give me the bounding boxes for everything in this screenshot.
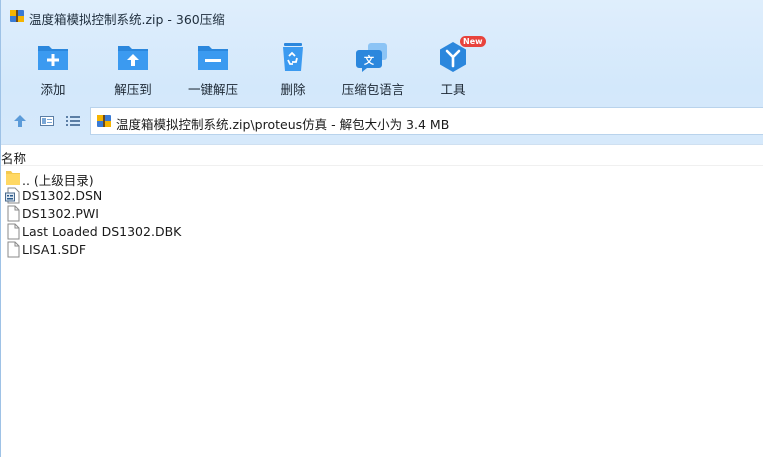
archive-icon: [10, 10, 24, 22]
one-click-extract-label: 一键解压: [187, 82, 238, 97]
column-header-name[interactable]: 名称: [1, 148, 26, 166]
one-click-extract-icon: [198, 46, 228, 70]
window-header: 温度箱模拟控制系统.zip - 360压缩 添加 解压到 一键解压 删除 文 压…: [1, 0, 763, 145]
file-name: DS1302.DSN: [22, 188, 103, 203]
file-icon: [7, 223, 20, 240]
extract-to-label: 解压到: [114, 82, 152, 97]
dsn-file-icon: [5, 187, 20, 204]
delete-label: 删除: [280, 82, 306, 97]
file-icon: [7, 241, 20, 258]
list-item[interactable]: DS1302.PWI: [3, 205, 403, 223]
up-arrow-icon[interactable]: [12, 113, 28, 129]
file-name: DS1302.PWI: [22, 206, 99, 221]
title-bar: 温度箱模拟控制系统.zip - 360压缩: [1, 0, 763, 32]
new-badge: New: [460, 36, 486, 47]
delete-button[interactable]: 删除: [253, 38, 333, 100]
archive-icon: [97, 115, 111, 127]
svg-text:文: 文: [364, 54, 375, 67]
add-button[interactable]: 添加: [13, 38, 93, 100]
list-icon[interactable]: [65, 113, 81, 129]
path-field[interactable]: 温度箱模拟控制系统.zip\proteus仿真 - 解包大小为 3.4 MB: [90, 107, 763, 135]
file-icon: [7, 205, 20, 222]
path-text: 温度箱模拟控制系统.zip\proteus仿真 - 解包大小为 3.4 MB: [116, 117, 450, 132]
one-click-extract-button[interactable]: 一键解压: [173, 38, 253, 100]
archive-language-label: 压缩包语言: [341, 82, 405, 97]
list-item[interactable]: LISA1.SDF: [3, 241, 403, 259]
toolbar: 添加 解压到 一键解压 删除 文 压缩包语言 New 工具: [1, 32, 763, 104]
file-name: LISA1.SDF: [22, 242, 87, 257]
recycle-bin-icon: [283, 43, 303, 71]
address-bar: 温度箱模拟控制系统.zip\proteus仿真 - 解包大小为 3.4 MB: [1, 106, 763, 136]
folder-icon: [6, 171, 20, 185]
window-title: 温度箱模拟控制系统.zip - 360压缩: [29, 12, 225, 27]
add-label: 添加: [40, 82, 66, 97]
archive-language-button[interactable]: 文 压缩包语言: [333, 38, 413, 100]
file-name: Last Loaded DS1302.DBK: [22, 224, 182, 239]
extract-to-button[interactable]: 解压到: [93, 38, 173, 100]
tools-label: 工具: [440, 82, 466, 97]
list-item[interactable]: .. (上级目录): [3, 169, 403, 188]
file-list: 名称 .. (上级目录) DS1302.DSN DS1302.PWI Last …: [1, 145, 763, 457]
app-window: 温度箱模拟控制系统.zip - 360压缩 添加 解压到 一键解压 删除 文 压…: [0, 0, 763, 457]
list-item[interactable]: Last Loaded DS1302.DBK: [3, 223, 403, 241]
column-header-divider: [1, 165, 763, 166]
add-folder-icon: [38, 46, 68, 70]
language-icon: 文: [356, 43, 387, 72]
extract-to-icon: [118, 46, 148, 70]
tools-button[interactable]: New 工具: [413, 36, 493, 100]
list-item[interactable]: DS1302.DSN: [3, 187, 403, 205]
view-icon[interactable]: [39, 113, 55, 129]
